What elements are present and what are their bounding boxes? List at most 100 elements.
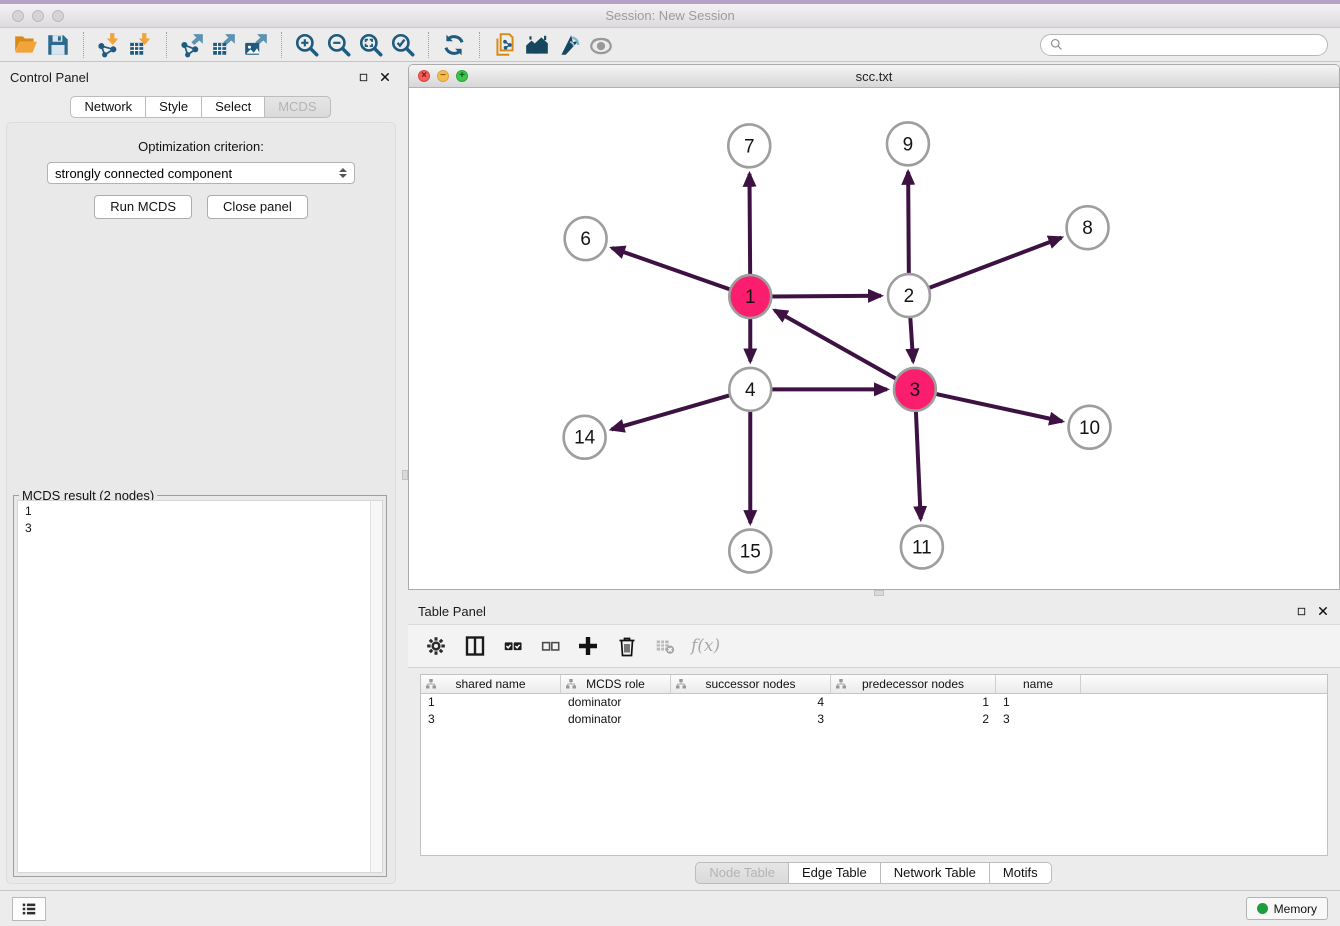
node-4[interactable]: 4: [729, 368, 771, 411]
zoom-selected-button[interactable]: [387, 30, 419, 60]
column-header-successor-nodes[interactable]: successor nodes: [671, 675, 831, 693]
mcds-result-scrollbar[interactable]: [370, 501, 382, 872]
task-history-button[interactable]: [12, 897, 46, 921]
cell-shared-name[interactable]: 3: [421, 711, 561, 728]
network-maximize-button[interactable]: [456, 70, 468, 82]
show-columns-button[interactable]: [463, 631, 487, 661]
show-columns-icon: [463, 634, 487, 658]
minimize-window-button[interactable]: [32, 10, 44, 22]
export-network-button[interactable]: [176, 30, 208, 60]
zoom-selected-icon: [390, 32, 416, 58]
visibility-button: [585, 30, 617, 60]
cell-mcds-role[interactable]: dominator: [561, 694, 671, 711]
edge-2-3[interactable]: [910, 318, 913, 362]
table-options-button[interactable]: [424, 631, 448, 661]
memory-button[interactable]: Memory: [1246, 897, 1328, 920]
zoom-fit-button[interactable]: [355, 30, 387, 60]
close-window-button[interactable]: [12, 10, 24, 22]
control-panel-close-button[interactable]: [378, 70, 392, 84]
node-3[interactable]: 3: [894, 368, 936, 411]
table-panel-float-button[interactable]: [1294, 604, 1308, 618]
cell-successor-nodes[interactable]: 4: [671, 694, 831, 711]
cell-mcds-role[interactable]: dominator: [561, 711, 671, 728]
edge-1-7[interactable]: [749, 174, 750, 275]
open-session-button[interactable]: [10, 30, 42, 60]
attribute-type-icon: [425, 678, 437, 693]
node-6[interactable]: 6: [565, 217, 607, 260]
search-input[interactable]: [1064, 38, 1319, 52]
node-15[interactable]: 15: [729, 530, 771, 573]
network-minimize-button[interactable]: [437, 70, 449, 82]
edge-4-14[interactable]: [611, 395, 729, 429]
select-all-columns-button[interactable]: [502, 631, 524, 661]
node-11[interactable]: 11: [901, 526, 943, 569]
edge-2-8[interactable]: [929, 238, 1061, 288]
control-panel-float-button[interactable]: [356, 70, 370, 84]
tab-select[interactable]: Select: [201, 96, 265, 118]
tab-mcds[interactable]: MCDS: [264, 96, 330, 118]
cell-predecessor-nodes[interactable]: 1: [831, 694, 996, 711]
add-column-icon: [576, 634, 600, 658]
edge-2-9[interactable]: [908, 172, 909, 274]
panel-splitter[interactable]: [402, 62, 408, 890]
edge-3-11[interactable]: [916, 411, 921, 519]
main-toolbar-groups: [10, 30, 617, 60]
edge-3-1[interactable]: [775, 310, 896, 378]
delete-table-icon: [654, 635, 676, 657]
tab-motifs[interactable]: Motifs: [989, 862, 1052, 884]
import-network-button[interactable]: [93, 30, 125, 60]
tab-edge-table[interactable]: Edge Table: [788, 862, 881, 884]
delete-column-button[interactable]: [615, 631, 639, 661]
toolbar-separator: [428, 32, 429, 58]
node-8[interactable]: 8: [1067, 206, 1109, 249]
optimization-criterion-select[interactable]: strongly connected component: [47, 162, 355, 184]
column-header-mcds-role[interactable]: MCDS role: [561, 675, 671, 693]
unselect-all-columns-button[interactable]: [539, 631, 561, 661]
splitter-grip[interactable]: [402, 470, 408, 480]
column-header-predecessor-nodes[interactable]: predecessor nodes: [831, 675, 996, 693]
zoom-out-button[interactable]: [323, 30, 355, 60]
node-1[interactable]: 1: [729, 275, 771, 318]
cell-predecessor-nodes[interactable]: 2: [831, 711, 996, 728]
zoom-in-button[interactable]: [291, 30, 323, 60]
column-header-name[interactable]: name: [996, 675, 1081, 693]
export-table-button[interactable]: [208, 30, 240, 60]
table-panel-close-button[interactable]: [1316, 604, 1330, 618]
zoom-window-button[interactable]: [52, 10, 64, 22]
node-14[interactable]: 14: [564, 416, 606, 459]
network-close-button[interactable]: [418, 70, 430, 82]
horizontal-splitter-grip[interactable]: [874, 590, 884, 596]
run-mcds-button[interactable]: Run MCDS: [94, 195, 192, 219]
add-column-button[interactable]: [576, 631, 600, 661]
close-panel-button[interactable]: Close panel: [207, 195, 308, 219]
node-2[interactable]: 2: [888, 274, 930, 317]
control-panel-header: Control Panel: [0, 62, 402, 88]
clone-network-button[interactable]: [489, 30, 521, 60]
node-9[interactable]: 9: [887, 122, 929, 165]
cell-name[interactable]: 1: [996, 694, 1081, 711]
column-header-shared-name[interactable]: shared name: [421, 675, 561, 693]
apply-layout-button[interactable]: [438, 30, 470, 60]
cell-successor-nodes[interactable]: 3: [671, 711, 831, 728]
node-7[interactable]: 7: [728, 124, 770, 167]
horizontal-splitter[interactable]: [408, 590, 1340, 596]
network-window-titlebar: scc.txt: [409, 65, 1339, 88]
tab-style[interactable]: Style: [145, 96, 202, 118]
edge-1-2[interactable]: [772, 296, 881, 297]
export-image-button[interactable]: [240, 30, 272, 60]
delete-table-button: [654, 631, 676, 661]
edge-3-10[interactable]: [936, 394, 1062, 421]
tab-network-table[interactable]: Network Table: [880, 862, 990, 884]
cell-shared-name[interactable]: 1: [421, 694, 561, 711]
cell-name[interactable]: 3: [996, 711, 1081, 728]
save-session-button[interactable]: [42, 30, 74, 60]
network-canvas[interactable]: 1 2 3 4 6 7 8 9 10 11 14 15: [409, 88, 1339, 589]
graphics-details-button[interactable]: [553, 30, 585, 60]
edge-1-6[interactable]: [612, 248, 730, 289]
tab-node-table[interactable]: Node Table: [695, 862, 789, 884]
mcds-result-area[interactable]: 1 3: [17, 500, 383, 873]
home-button[interactable]: [521, 30, 553, 60]
tab-network[interactable]: Network: [70, 96, 146, 118]
node-10[interactable]: 10: [1069, 406, 1111, 449]
import-table-button[interactable]: [125, 30, 157, 60]
